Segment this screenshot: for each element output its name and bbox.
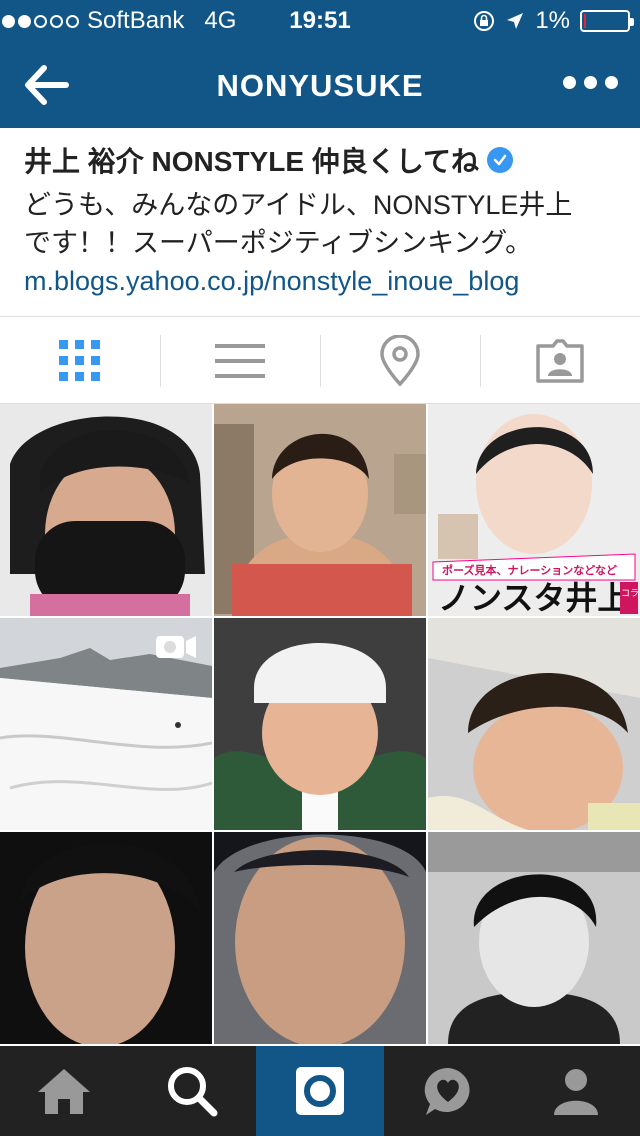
bio-line-2: です！！スーパーポジティブシンキング。 [24, 228, 533, 258]
list-icon [215, 344, 265, 378]
navigation-bar: NONYUSUKE [0, 40, 640, 128]
display-name: 井上 裕介 NONSTYLE 仲良くしてね [24, 146, 479, 177]
photo-person-in-towel [214, 404, 426, 616]
photo-close-face-2 [214, 832, 426, 1044]
instagram-profile-screen: SoftBank 4G 19:51 1% NONYUSUKE 井上 裕介 NON… [0, 0, 640, 1136]
status-bar: SoftBank 4G 19:51 1% [0, 0, 640, 40]
bottom-tab-bar [0, 1046, 640, 1136]
magazine-side-text: コラボ [621, 588, 640, 599]
post-thumbnail[interactable] [428, 832, 640, 1044]
post-thumbnail[interactable] [0, 618, 212, 830]
more-dots-icon[interactable] [563, 76, 618, 89]
post-thumbnail[interactable] [428, 618, 640, 830]
search-icon [168, 1067, 218, 1117]
rotation-lock-icon [474, 11, 495, 31]
photo-masked-person [0, 404, 212, 616]
photo-close-face [0, 832, 212, 1044]
photo-person-airplane [428, 618, 640, 830]
bio-text: どうも、みんなのアイドル、NONSTYLE井上 です！！スーパーポジティブシンキ… [24, 186, 624, 262]
home-icon [38, 1069, 90, 1114]
profile-name-row: 井上 裕介 NONSTYLE 仲良くしてね [24, 140, 624, 180]
photo-bw-portrait [428, 832, 640, 1044]
tab-activity[interactable] [384, 1046, 512, 1136]
magazine-banner-text: ポーズ見本、ナレーションなどなど [442, 563, 617, 577]
activity-heart-icon [424, 1067, 470, 1115]
grid-icon [59, 340, 100, 381]
post-thumbnail[interactable] [0, 404, 212, 616]
location-pin-icon [380, 335, 420, 387]
battery-icon [580, 10, 634, 32]
tab-camera[interactable] [256, 1046, 384, 1136]
website-link[interactable]: m.blogs.yahoo.co.jp/nonstyle_inoue_blog [24, 266, 624, 297]
camera-icon [296, 1067, 344, 1115]
profile-icon [554, 1069, 598, 1115]
profile-bio: 井上 裕介 NONSTYLE 仲良くしてね どうも、みんなのアイドル、NONST… [24, 140, 624, 297]
post-thumbnail[interactable] [214, 404, 426, 616]
tagged-photos-icon [536, 339, 584, 383]
magazine-title-text: ノンスタ井上 [438, 579, 629, 616]
photo-ski-slope [0, 618, 212, 830]
photo-person-in-beanie [214, 618, 426, 830]
video-camera-icon [156, 636, 196, 658]
tab-grid[interactable] [0, 317, 160, 405]
post-thumbnail[interactable]: ポーズ見本、ナレーションなどなど ノンスタ井上 コラボ [428, 404, 640, 616]
bio-line-1: どうも、みんなのアイドル、NONSTYLE井上 [24, 190, 573, 220]
tab-home[interactable] [0, 1046, 128, 1136]
post-thumbnail[interactable] [214, 618, 426, 830]
posts-grid: ポーズ見本、ナレーションなどなど ノンスタ井上 コラボ [0, 404, 640, 1046]
view-tabs [0, 316, 640, 404]
profile-username-title: NONYUSUKE [216, 68, 424, 103]
tab-profile[interactable] [512, 1046, 640, 1136]
tab-list[interactable] [160, 317, 320, 405]
battery-percent: 1% [535, 7, 570, 34]
photo-magazine-cover: ポーズ見本、ナレーションなどなど ノンスタ井上 コラボ [428, 404, 640, 616]
battery-level [584, 14, 586, 28]
header: SoftBank 4G 19:51 1% NONYUSUKE [0, 0, 640, 128]
tab-search[interactable] [128, 1046, 256, 1136]
tab-tagged[interactable] [480, 317, 640, 405]
post-thumbnail[interactable] [214, 832, 426, 1044]
location-arrow-icon [507, 13, 524, 29]
status-right: 1% [473, 7, 634, 35]
tab-map[interactable] [320, 317, 480, 405]
verified-badge-icon [486, 147, 513, 173]
post-thumbnail[interactable] [0, 832, 212, 1044]
